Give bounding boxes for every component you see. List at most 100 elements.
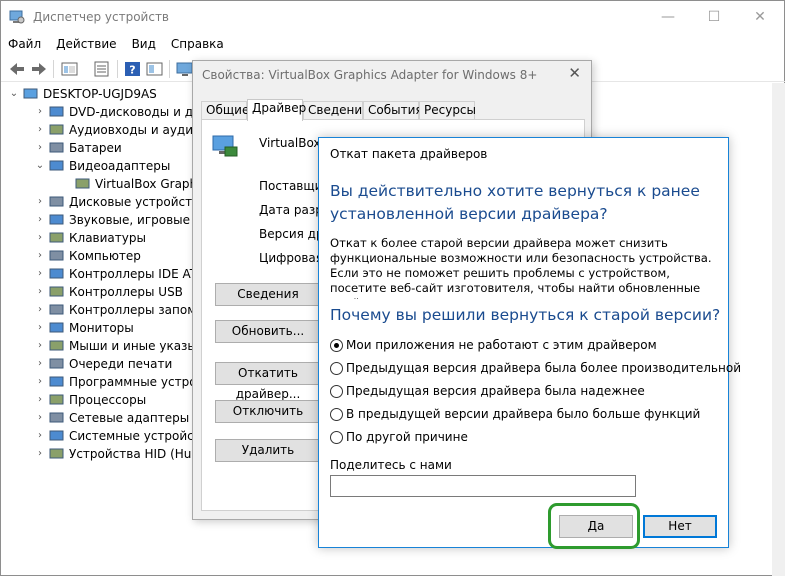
share-input[interactable] bbox=[330, 475, 636, 497]
uninstall-button[interactable]: Удалить bbox=[215, 439, 321, 462]
expand-chevron-icon[interactable]: › bbox=[35, 337, 45, 355]
tree-item-label: Сетевые адаптеры bbox=[69, 411, 190, 425]
reason-question: Почему вы решили вернуться к старой верс… bbox=[330, 306, 721, 324]
expand-chevron-icon[interactable]: › bbox=[35, 409, 45, 427]
expand-chevron-icon[interactable]: › bbox=[35, 229, 45, 247]
highlight-frame bbox=[548, 503, 640, 549]
display-adapter-icon bbox=[212, 135, 238, 157]
svg-text:?: ? bbox=[129, 64, 135, 77]
collapse-chevron-icon[interactable]: ⌄ bbox=[9, 85, 19, 103]
tab-details[interactable]: Сведения bbox=[303, 101, 369, 120]
details-button[interactable]: Сведения bbox=[215, 283, 321, 306]
expand-chevron-icon[interactable]: › bbox=[35, 445, 45, 463]
device-category-icon bbox=[49, 358, 64, 369]
tree-item-label: Программные устройс bbox=[69, 375, 211, 389]
collapse-chevron-icon[interactable]: ⌄ bbox=[35, 157, 45, 175]
rollback-title: Откат пакета драйверов bbox=[330, 147, 488, 161]
properties-close-button[interactable]: ✕ bbox=[568, 64, 581, 82]
reason-label: Предыдущая версия драйвера была надежнее bbox=[346, 384, 645, 398]
tree-item-label: DESKTOP-UGJD9AS bbox=[43, 87, 157, 101]
reason-radio[interactable] bbox=[330, 385, 343, 398]
tree-item-label: Очереди печати bbox=[69, 357, 173, 371]
tree-item-label: Видеоадаптеры bbox=[69, 159, 171, 173]
device-category-icon bbox=[49, 376, 64, 387]
expand-chevron-icon[interactable]: › bbox=[35, 391, 45, 409]
rollback-driver-button[interactable]: Откатить драйвер... bbox=[215, 362, 321, 401]
tab-driver[interactable]: Драйвер bbox=[247, 99, 306, 121]
device-category-icon bbox=[49, 448, 64, 459]
device-category-icon bbox=[49, 106, 64, 117]
tree-item-label: Контроллеры запомин bbox=[69, 303, 212, 317]
toolbar-separator bbox=[117, 60, 118, 78]
vertical-scrollbar[interactable] bbox=[772, 83, 785, 576]
device-category-icon bbox=[49, 268, 64, 279]
expand-chevron-icon[interactable]: › bbox=[35, 247, 45, 265]
menu-view[interactable]: Вид bbox=[125, 35, 164, 55]
no-button[interactable]: Нет bbox=[643, 515, 717, 538]
tree-item-label: Процессоры bbox=[69, 393, 147, 407]
expand-chevron-icon[interactable]: › bbox=[35, 355, 45, 373]
expand-chevron-icon[interactable]: › bbox=[35, 319, 45, 337]
update-driver-button[interactable]: Обновить... bbox=[215, 320, 321, 343]
disable-button[interactable]: Отключить bbox=[215, 400, 321, 423]
forward-arrow-icon[interactable] bbox=[30, 61, 48, 77]
tree-item-label: Мониторы bbox=[69, 321, 134, 335]
device-category-icon bbox=[49, 430, 64, 441]
view-pane-icon[interactable] bbox=[146, 61, 164, 77]
document-list-icon[interactable] bbox=[93, 61, 111, 77]
device-category-icon bbox=[49, 412, 64, 423]
maximize-button[interactable]: ☐ bbox=[691, 1, 737, 33]
expand-chevron-icon[interactable]: › bbox=[35, 283, 45, 301]
tree-item-label: Контроллеры USB bbox=[69, 285, 183, 299]
reason-label: По другой причине bbox=[346, 430, 468, 444]
device-category-icon bbox=[49, 322, 64, 333]
device-category-icon bbox=[49, 394, 64, 405]
reason-label: Предыдущая версия драйвера была более пр… bbox=[346, 361, 741, 375]
help-icon[interactable]: ? bbox=[124, 61, 142, 77]
reason-radio[interactable] bbox=[330, 339, 343, 352]
properties-grid-icon[interactable] bbox=[61, 61, 79, 77]
device-category-icon bbox=[49, 196, 64, 207]
menu-help[interactable]: Справка bbox=[164, 35, 232, 55]
device-category-icon bbox=[49, 214, 64, 225]
expand-chevron-icon[interactable]: › bbox=[35, 139, 45, 157]
expand-chevron-icon[interactable]: › bbox=[35, 373, 45, 391]
minimize-button[interactable]: — bbox=[645, 1, 691, 33]
tree-item-label: Контроллеры IDE ATA/ bbox=[69, 267, 209, 281]
reason-radio[interactable] bbox=[330, 431, 343, 444]
close-button[interactable]: ✕ bbox=[737, 1, 783, 33]
device-category-icon bbox=[75, 178, 90, 189]
expand-chevron-icon[interactable]: › bbox=[35, 193, 45, 211]
device-category-icon bbox=[49, 286, 64, 297]
reason-label: В предыдущей версии драйвера было больше… bbox=[346, 407, 701, 421]
computer-icon bbox=[23, 88, 38, 99]
window-title: Диспетчер устройств bbox=[33, 10, 170, 24]
back-arrow-icon[interactable] bbox=[8, 61, 26, 77]
rollback-question: Вы действительно хотите вернуться к ране… bbox=[330, 182, 700, 223]
toolbar-separator bbox=[53, 60, 54, 78]
reason-radio[interactable] bbox=[330, 408, 343, 421]
tab-general[interactable]: Общие bbox=[201, 101, 249, 120]
device-category-icon bbox=[49, 142, 64, 153]
device-category-icon bbox=[49, 232, 64, 243]
expand-chevron-icon[interactable]: › bbox=[35, 121, 45, 139]
reason-label: Мои приложения не работают с этим драйве… bbox=[346, 338, 657, 352]
device-category-icon bbox=[49, 250, 64, 261]
expand-chevron-icon[interactable]: › bbox=[35, 265, 45, 283]
tree-item-label: Клавиатуры bbox=[69, 231, 146, 245]
device-manager-icon bbox=[9, 10, 25, 24]
expand-chevron-icon[interactable]: › bbox=[35, 301, 45, 319]
tree-item-label: Звуковые, игровые и в bbox=[69, 213, 213, 227]
tree-item-label: Мыши и иные указыва bbox=[69, 339, 212, 353]
device-tree: ⌄ DESKTOP-UGJD9AS › DVD-дисководы и диск › Ау… bbox=[1, 85, 226, 485]
tab-events[interactable]: События bbox=[363, 101, 423, 120]
menu-bar: Файл Действие Вид Справка bbox=[1, 35, 232, 55]
tab-resources[interactable]: Ресурсы bbox=[419, 101, 476, 120]
expand-chevron-icon[interactable]: › bbox=[35, 211, 45, 229]
expand-chevron-icon[interactable]: › bbox=[35, 427, 45, 445]
expand-chevron-icon[interactable]: › bbox=[35, 103, 45, 121]
reason-radio[interactable] bbox=[330, 362, 343, 375]
menu-action[interactable]: Действие bbox=[49, 35, 124, 55]
menu-file[interactable]: Файл bbox=[1, 35, 49, 55]
share-label: Поделитесь с нами bbox=[330, 458, 452, 472]
